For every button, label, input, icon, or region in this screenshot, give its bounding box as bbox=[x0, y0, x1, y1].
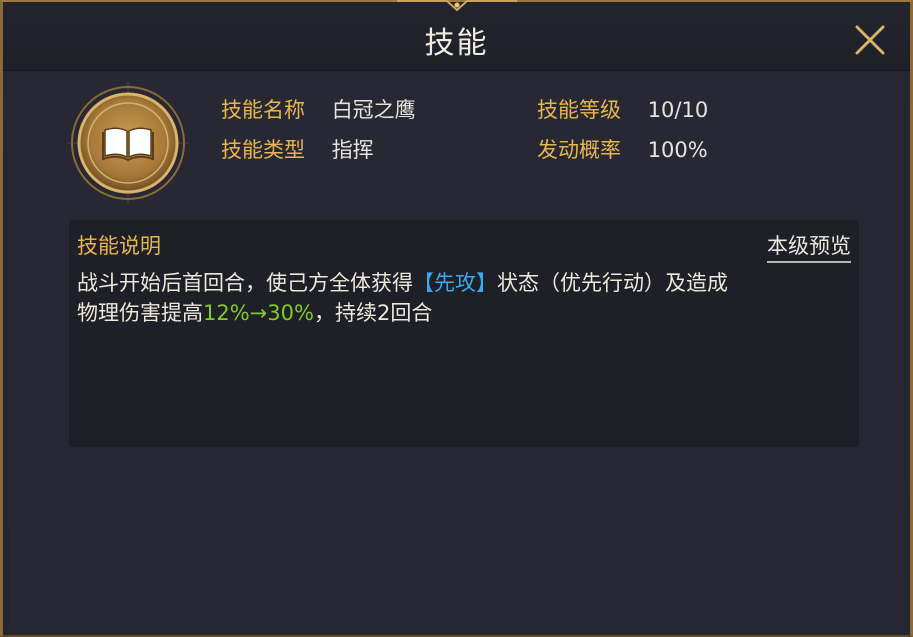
desc-line1-start: 战斗开始后首回合，使己方全体获得 bbox=[77, 271, 413, 295]
desc-line1-end: 状态（优先行动）及造成 bbox=[497, 271, 728, 295]
skill-type-label: 技能类型 bbox=[221, 138, 305, 162]
description-heading: 技能说明 bbox=[77, 234, 161, 258]
desc-keyword[interactable]: 【先攻】 bbox=[413, 271, 497, 295]
desc-line2-start: 物理伤害提高 bbox=[77, 301, 203, 325]
title-bar: 技能 bbox=[3, 0, 910, 71]
level-preview-link[interactable]: 本级预览 bbox=[767, 230, 851, 263]
skill-name-value: 白冠之鹰 bbox=[331, 98, 416, 122]
desc-value-range: 12%→30% bbox=[203, 301, 314, 325]
trigger-rate-row: 发动概率 100% bbox=[537, 136, 708, 164]
desc-line2-end: ，持续2回合 bbox=[313, 301, 433, 325]
skill-description-panel: 技能说明 本级预览 战斗开始后首回合，使己方全体获得【先攻】状态（优先行动）及造… bbox=[69, 220, 859, 447]
skill-level-label: 技能等级 bbox=[537, 98, 621, 122]
skill-emblem bbox=[67, 82, 189, 204]
skill-name-label: 技能名称 bbox=[221, 98, 305, 122]
skill-level-row: 技能等级 10/10 bbox=[537, 96, 708, 124]
skill-type-row: 技能类型 指挥 bbox=[221, 136, 374, 164]
skill-type-value: 指挥 bbox=[331, 138, 374, 162]
top-ornament-icon bbox=[396, 0, 517, 12]
dialog-title: 技能 bbox=[424, 26, 489, 61]
skill-dialog: 技能 技能名称 白冠之鹰 技能等级 10/10 技能类型 指挥 发动概率 100… bbox=[0, 0, 913, 637]
skill-level-value: 10/10 bbox=[647, 98, 709, 122]
trigger-rate-label: 发动概率 bbox=[537, 138, 621, 162]
trigger-rate-value: 100% bbox=[647, 138, 708, 162]
close-icon[interactable] bbox=[850, 20, 890, 60]
skill-name-row: 技能名称 白冠之鹰 bbox=[221, 96, 416, 124]
description-text: 战斗开始后首回合，使己方全体获得【先攻】状态（优先行动）及造成 物理伤害提高12… bbox=[77, 268, 849, 328]
